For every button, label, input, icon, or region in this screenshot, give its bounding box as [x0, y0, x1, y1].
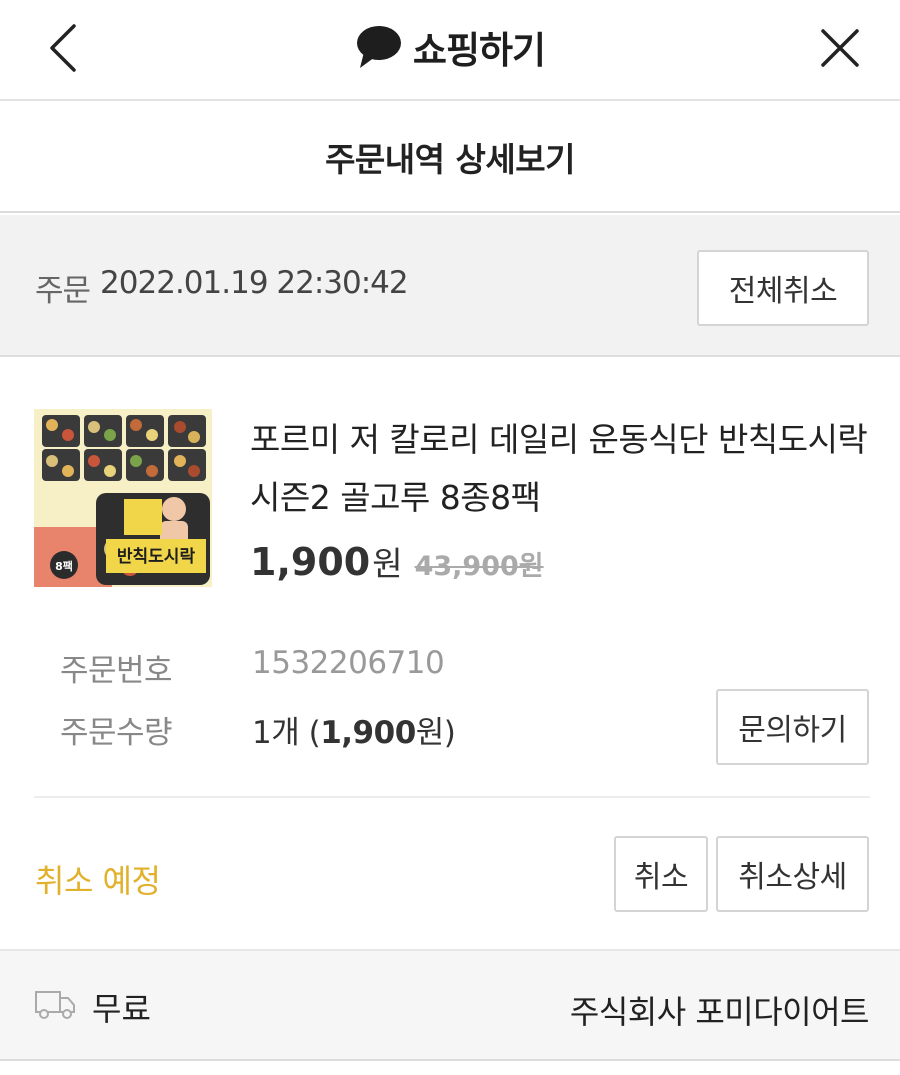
quantity-prefix: 1개 (: [252, 715, 321, 751]
speech-bubble-icon: [356, 26, 401, 68]
product-image-caption: 반칙도시락: [117, 547, 196, 567]
order-date: 주문 2022.01.19 22:30:42: [35, 265, 409, 310]
seller-name[interactable]: 주식회사 포미다이어트: [570, 987, 870, 1033]
product-title[interactable]: 포르미 저 칼로리 데일리 운동식단 반칙도시락 시즌2 골고루 8종8팩: [250, 411, 870, 527]
subheader: 주문내역 상세보기: [0, 103, 900, 213]
close-button[interactable]: [810, 18, 870, 78]
order-date-value: 2022.01.19 22:30:42: [100, 265, 409, 301]
order-date-label: 주문: [35, 273, 91, 309]
order-status: 취소 예정: [35, 862, 161, 900]
shipping-fee: 무료: [92, 990, 151, 1028]
product-image-badge: 8팩: [55, 559, 73, 573]
seller-bar: 무료 주식회사 포미다이어트: [0, 949, 900, 1061]
original-price: 43,900원: [414, 551, 544, 582]
cancel-button[interactable]: 취소: [614, 836, 708, 912]
divider: [34, 796, 870, 798]
quantity-amount: 1,900: [320, 715, 416, 751]
order-quantity-value: 1개 (1,900원): [252, 707, 456, 752]
inquiry-button[interactable]: 문의하기: [716, 689, 869, 765]
cancel-detail-button[interactable]: 취소상세: [716, 836, 869, 912]
top-bar: 쇼핑하기: [0, 0, 900, 101]
section-title: 주문내역 상세보기: [325, 140, 575, 179]
order-number-value: 1532206710: [252, 645, 445, 681]
cancel-all-button[interactable]: 전체취소: [697, 250, 869, 326]
close-icon: [821, 29, 859, 67]
quantity-suffix: 원): [415, 715, 456, 751]
product-image-art: 반칙도시락 8팩: [34, 409, 212, 587]
sale-price-unit: 원: [372, 544, 403, 583]
truck-icon: [35, 991, 75, 1019]
page-title: 쇼핑하기: [412, 29, 546, 72]
product-section: 반칙도시락 8팩 포르미 저 칼로리 데일리 운동식단 반칙도시락 시즌2 골고…: [0, 359, 900, 949]
price-row: 1,900 원 43,900원: [250, 537, 544, 585]
sale-price: 1,900: [250, 540, 371, 584]
brand: 쇼핑하기: [0, 22, 900, 72]
order-number-label: 주문번호: [60, 653, 173, 689]
order-quantity-label: 주문수량: [60, 715, 173, 751]
product-image[interactable]: 반칙도시락 8팩: [34, 409, 212, 587]
order-info-bar: 주문 2022.01.19 22:30:42 전체취소: [0, 215, 900, 357]
